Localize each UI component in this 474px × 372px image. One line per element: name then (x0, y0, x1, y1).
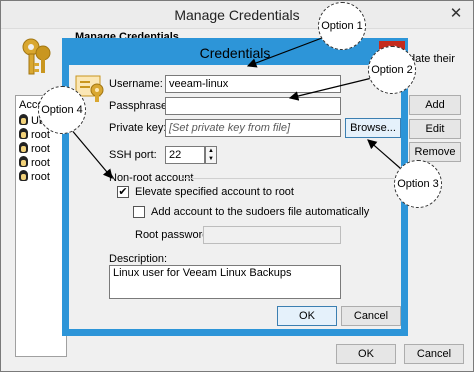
list-item[interactable]: root (19, 170, 50, 183)
penguin-icon (19, 128, 28, 139)
description-label: Description: (109, 253, 168, 265)
browse-button[interactable]: Browse... (345, 118, 401, 138)
dialog-cancel-button[interactable]: Cancel (341, 306, 401, 326)
sudoers-label: Add account to the sudoers file automati… (151, 206, 370, 218)
passphrase-label: Passphrase: (109, 100, 171, 112)
outer-titlebar: Manage Credentials ✕ (1, 1, 473, 29)
description-textarea[interactable]: Linux user for Veeam Linux Backups (109, 265, 341, 299)
checkmark-icon: ✔ (118, 186, 128, 198)
sudoers-checkbox[interactable] (133, 206, 145, 218)
option-4-callout: Option 4 (38, 86, 86, 134)
penguin-icon (19, 156, 28, 167)
spinner-up-icon[interactable]: ▲ (206, 147, 216, 155)
option-2-callout: Option 2 (368, 46, 416, 94)
elevate-label: Elevate specified account to root (135, 186, 294, 198)
private-key-label: Private key: (109, 122, 167, 134)
group-divider (181, 178, 401, 179)
ssh-port-spinner[interactable]: ▲ ▼ (205, 146, 217, 164)
add-button[interactable]: Add (409, 95, 461, 115)
ssh-port-input[interactable]: 22 (165, 146, 205, 164)
root-password-input (203, 226, 341, 244)
penguin-icon (19, 142, 28, 153)
credentials-dialog: Credentials ✕ Username: veeam-linux Pass… (62, 38, 408, 336)
outer-window-title: Manage Credentials (174, 7, 300, 23)
elevate-checkbox[interactable]: ✔ (117, 186, 129, 198)
dialog-body: Username: veeam-linux Passphrase: Privat… (69, 65, 401, 329)
list-item[interactable]: root (19, 156, 50, 169)
option-3-callout: Option 3 (394, 160, 442, 208)
outer-close-icon[interactable]: ✕ (445, 4, 467, 24)
username-input[interactable]: veeam-linux (165, 75, 341, 93)
edit-button[interactable]: Edit (409, 119, 461, 139)
root-password-label: Root password: (135, 229, 212, 241)
spinner-down-icon[interactable]: ▼ (206, 155, 216, 163)
penguin-icon (19, 114, 28, 125)
ssh-port-label: SSH port: (109, 149, 157, 161)
list-item[interactable]: root (19, 128, 50, 141)
outer-cancel-button[interactable]: Cancel (404, 344, 464, 364)
outer-ok-button[interactable]: OK (336, 344, 396, 364)
outer-header-description: date their (409, 53, 455, 65)
dialog-ok-button[interactable]: OK (277, 306, 337, 326)
username-label: Username: (109, 78, 163, 90)
dialog-title: Credentials (199, 45, 271, 61)
option-1-callout: Option 1 (318, 2, 366, 50)
remove-button[interactable]: Remove (409, 142, 461, 162)
private-key-input[interactable]: [Set private key from file] (165, 119, 341, 137)
passphrase-input[interactable] (165, 97, 341, 115)
list-item[interactable]: root (19, 142, 50, 155)
penguin-icon (19, 170, 28, 181)
key-icon (22, 38, 51, 75)
